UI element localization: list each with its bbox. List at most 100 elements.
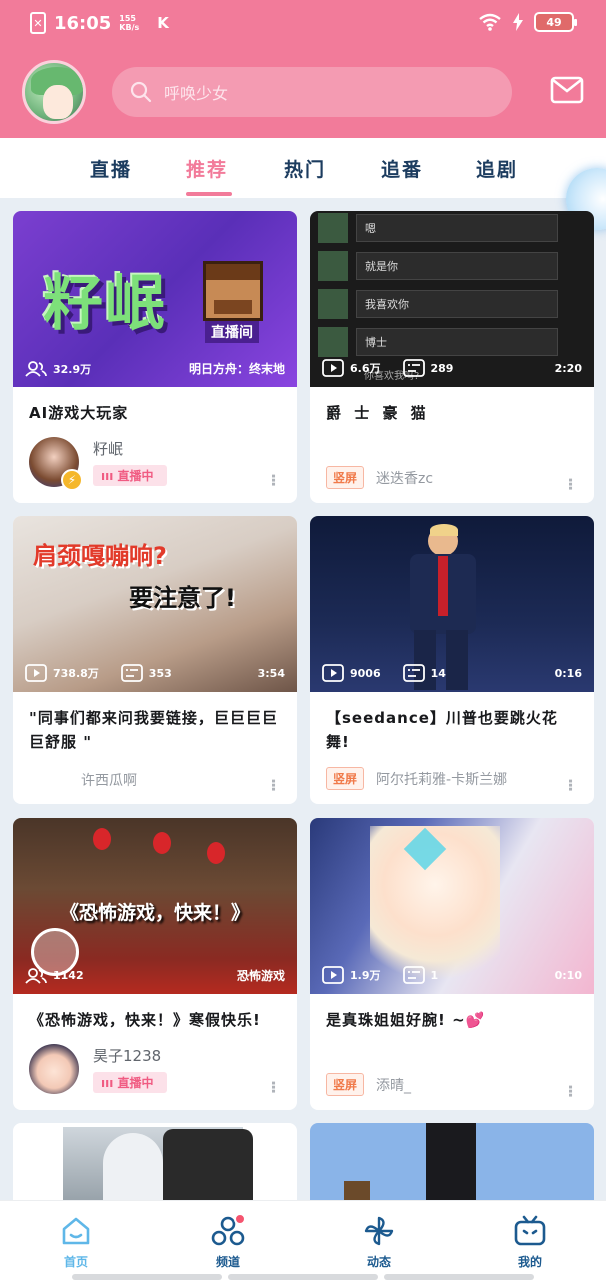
pixel-avatar [203,261,263,321]
video-card-1[interactable]: 籽岷 直播间 32.9万 明日方舟：终末地 AI游戏大玩家 ⚡ 籽岷 ııı 直… [13,211,297,503]
thumb-stats: 1142 恐怖游戏 [25,967,285,984]
card-footer: 许西瓜啊 ··· [29,770,283,790]
app-indicator: K [157,14,169,32]
card-title[interactable]: 是真珠姐姐好腕! ~💕 [310,994,594,1032]
video-card-3[interactable]: 肩颈嘎嘣响? 要注意了! 738.8万 353 3:54 "同事们都来问我要链接… [13,516,297,804]
danmaku-icon [120,664,143,682]
video-duration: 3:54 [257,666,285,680]
live-user[interactable]: ⚡ 籽岷 ııı 直播中 [29,437,167,491]
tab-recommend[interactable]: 推荐 [186,155,228,182]
danmaku-icon [402,966,425,984]
vertical-tag: 竖屏 [326,767,365,790]
video-card-5[interactable]: 《恐怖游戏，快来！》 1142 恐怖游戏 《恐怖游戏，快来！》寒假快乐! 昊子1… [13,818,297,1110]
danmaku-icon [402,664,425,682]
play-count-icon [25,664,47,682]
danmaku-count: 1 [430,968,439,982]
more-options-icon[interactable]: ··· [561,778,580,790]
net-speed: 155 KB/s [119,14,139,32]
nav-mine[interactable]: 我的 [490,1215,570,1270]
danmaku-count: 14 [430,666,446,680]
nav-dynamic[interactable]: 动态 [339,1215,419,1270]
active-tab-indicator [186,192,232,196]
tab-live[interactable]: 直播 [90,155,132,182]
nav-channel[interactable]: 频道 [188,1213,268,1270]
live-thumbnail[interactable]: 《恐怖游戏，快来！》 1142 恐怖游戏 [13,818,297,994]
more-options-icon[interactable]: ··· [561,1084,580,1096]
overlay-title: 《恐怖游戏，快来！》 [59,902,250,924]
home-icon [62,1217,90,1245]
overlay-text-1: 肩颈嘎嘣响? [33,542,167,570]
mail-icon[interactable] [550,76,584,104]
danmaku-count: 353 [148,666,172,680]
thumb-subtitle: 直播间 [205,321,259,343]
chat-line: 博士 [356,328,558,356]
thumb-title-pixel: 籽岷 [43,269,167,339]
uploader-name[interactable]: 阿尔托莉雅-卡斯兰娜 [376,769,507,789]
nav-label: 频道 [215,1255,240,1269]
video-duration: 0:10 [554,968,582,982]
thumb-stats: 9006 14 0:16 [322,664,582,682]
uploader-name[interactable]: 迷迭香zc [376,468,433,488]
net-speed-unit: KB/s [119,23,140,32]
danmaku-icon [402,359,425,377]
battery-level: 49 [546,15,562,29]
uploader-name[interactable]: 籽岷 [93,438,167,459]
card-footer: 竖屏 阿尔托莉雅-卡斯兰娜 ··· [326,767,580,790]
card-title[interactable]: 【seedance】川普也要跳火花舞! [310,692,594,754]
video-duration: 2:20 [554,361,582,375]
card-title[interactable]: 爵 士 豪 猫 [310,387,594,425]
viewer-count: 32.9万 [53,362,92,376]
more-options-icon[interactable]: ··· [264,778,283,790]
nav-label: 动态 [366,1255,391,1269]
more-options-icon[interactable]: ··· [264,473,283,485]
thumb-stats: 738.8万 353 3:54 [25,664,285,682]
charging-icon [513,13,523,31]
card-footer: 竖屏 迷迭香zc ··· [326,466,580,489]
tab-anime[interactable]: 追番 [381,155,423,182]
video-thumbnail[interactable]: 嗯 就是你 我喜欢你 博士 你喜欢我吗? 6.6万 289 2:20 [310,211,594,387]
thumb-stats: 6.6万 289 2:20 [322,359,582,377]
search-placeholder: 呼唤少女 [164,84,229,103]
video-thumbnail[interactable]: 1.9万 1 0:10 [310,818,594,994]
uploader-name[interactable]: 昊子1238 [93,1045,167,1066]
notification-x-icon: ✕ [30,12,46,34]
card-title[interactable]: AI游戏大玩家 [13,387,297,425]
viewers-icon [25,967,47,984]
video-card-2[interactable]: 嗯 就是你 我喜欢你 博士 你喜欢我吗? 6.6万 289 2:20 爵 士 豪… [310,211,594,503]
live-badge-text: 直播中 [117,469,154,483]
tab-drama[interactable]: 追剧 [476,155,518,182]
card-footer: 竖屏 添晴_ ··· [326,1073,580,1096]
uploader-avatar[interactable]: ⚡ [29,437,83,491]
card-title[interactable]: 《恐怖游戏，快来！》寒假快乐! [13,994,297,1032]
play-count-icon [322,359,344,377]
live-user[interactable]: 昊子1238 ııı 直播中 [29,1044,167,1094]
chat-line: 我喜欢你 [356,290,558,318]
search-bar[interactable]: 呼唤少女 [112,67,512,117]
battery-indicator: 49 [534,12,577,32]
uploader-name[interactable]: 许西瓜啊 [81,770,137,790]
play-count-icon [322,664,344,682]
video-thumbnail[interactable]: 9006 14 0:16 [310,516,594,692]
more-options-icon[interactable]: ··· [561,477,580,489]
gesture-bar [0,1274,606,1280]
user-avatar[interactable] [22,60,86,124]
card-title[interactable]: "同事们都来问我要链接，巨巨巨巨巨舒服 " [13,692,297,754]
overlay-text-2: 要注意了! [129,584,236,612]
pinwheel-icon [364,1216,394,1246]
chat-line: 就是你 [356,252,558,280]
video-thumbnail[interactable]: 肩颈嘎嘣响? 要注意了! 738.8万 353 3:54 [13,516,297,692]
more-options-icon[interactable]: ··· [264,1080,283,1092]
uploader-name[interactable]: 添晴_ [376,1075,411,1095]
uploader-avatar[interactable] [29,1044,79,1094]
live-thumbnail[interactable]: 籽岷 直播间 32.9万 明日方舟：终末地 [13,211,297,387]
thumb-stats: 1.9万 1 0:10 [322,966,582,984]
tab-hot[interactable]: 热门 [284,155,326,182]
chat-list: 嗯 就是你 我喜欢你 博士 你喜欢我吗? [318,211,558,382]
danmaku-count: 289 [430,361,454,375]
view-count: 6.6万 [350,362,381,375]
video-card-4[interactable]: 9006 14 0:16 【seedance】川普也要跳火花舞! 竖屏 阿尔托莉… [310,516,594,804]
view-count: 9006 [350,666,381,680]
video-card-6[interactable]: 1.9万 1 0:10 是真珠姐姐好腕! ~💕 竖屏 添晴_ ··· [310,818,594,1110]
vertical-tag: 竖屏 [326,466,365,489]
nav-home[interactable]: 首页 [36,1215,116,1270]
